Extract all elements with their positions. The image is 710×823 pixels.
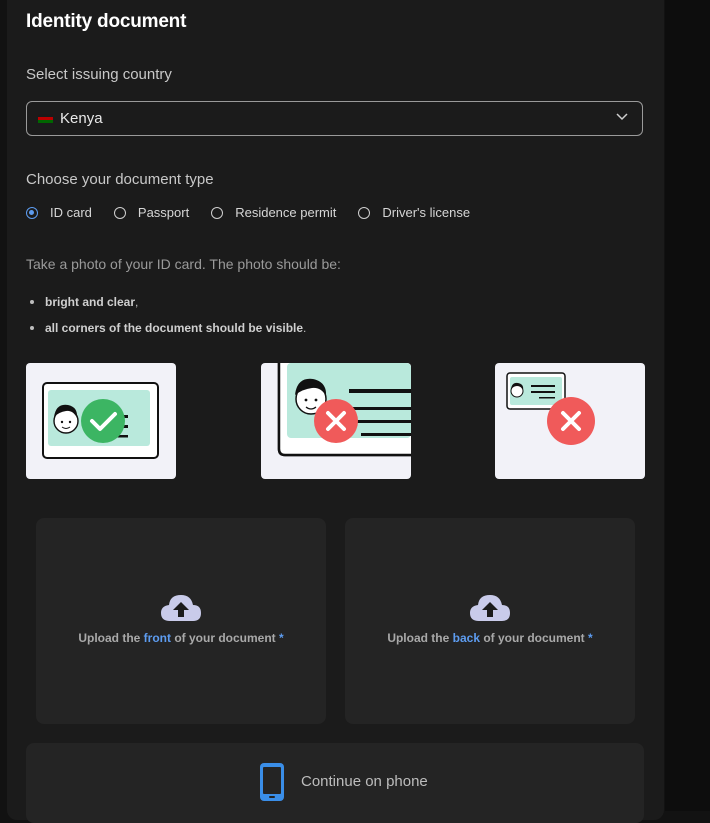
kenya-flag-icon bbox=[38, 113, 53, 124]
radio-empty-icon bbox=[113, 206, 126, 219]
radio-id-card[interactable]: ID card bbox=[26, 205, 92, 220]
good-example-image bbox=[26, 363, 176, 479]
upload-front-dropzone[interactable]: Upload the front of your document * bbox=[36, 518, 326, 724]
cloud-upload-icon bbox=[470, 595, 510, 621]
upload-text-prefix: Upload the bbox=[78, 631, 144, 645]
upload-back-dropzone[interactable]: Upload the back of your document * bbox=[345, 518, 635, 724]
radio-passport[interactable]: Passport bbox=[113, 205, 190, 220]
continue-on-phone-button[interactable]: Continue on phone bbox=[26, 743, 644, 823]
phone-button-label: Continue on phone bbox=[301, 773, 428, 790]
upload-back-label: Upload the back of your document * bbox=[387, 631, 592, 645]
required-marker: * bbox=[279, 631, 284, 645]
cloud-upload-icon bbox=[161, 595, 201, 621]
upload-text-prefix: Upload the bbox=[387, 631, 453, 645]
country-label: Select issuing country bbox=[26, 66, 172, 83]
upload-text-suffix: of your document bbox=[171, 631, 279, 645]
radio-selected-icon bbox=[26, 206, 38, 219]
photo-instructions: Take a photo of your ID card. The photo … bbox=[26, 256, 341, 272]
requirements-list: bright and clear, all corners of the doc… bbox=[30, 289, 306, 341]
radio-label: Driver's license bbox=[382, 205, 471, 220]
radio-empty-icon bbox=[358, 206, 371, 219]
cropped-example-image bbox=[261, 363, 411, 479]
upload-text-highlight: back bbox=[452, 631, 481, 645]
chevron-down-icon bbox=[616, 113, 628, 121]
required-marker: * bbox=[588, 631, 593, 645]
right-edge bbox=[665, 0, 710, 811]
radio-residence-permit[interactable]: Residence permit bbox=[211, 205, 336, 220]
country-select-value: Kenya bbox=[60, 110, 103, 127]
requirement-rest: . bbox=[303, 321, 307, 335]
radio-label: Passport bbox=[137, 205, 190, 220]
requirement-bold: all corners of the document should be vi… bbox=[45, 321, 304, 335]
upload-text-suffix: of your document bbox=[480, 631, 589, 645]
upload-front-label: Upload the front of your document * bbox=[78, 631, 283, 645]
doc-type-radio-group: ID card Passport Residence permit Driver… bbox=[26, 205, 492, 220]
country-select[interactable]: Kenya bbox=[26, 101, 643, 136]
phone-icon bbox=[260, 763, 284, 801]
requirement-rest: , bbox=[135, 295, 139, 309]
requirement-bold: bright and clear bbox=[45, 295, 136, 309]
radio-drivers-license[interactable]: Driver's license bbox=[358, 205, 470, 220]
too-far-example-image bbox=[495, 363, 645, 479]
left-edge bbox=[0, 0, 7, 811]
radio-empty-icon bbox=[211, 206, 224, 219]
radio-label: ID card bbox=[50, 205, 92, 220]
radio-label: Residence permit bbox=[235, 205, 337, 220]
list-item: all corners of the document should be vi… bbox=[30, 315, 306, 341]
page-title: Identity document bbox=[26, 11, 187, 32]
doc-type-label: Choose your document type bbox=[26, 171, 214, 188]
upload-text-highlight: front bbox=[143, 631, 171, 645]
list-item: bright and clear, bbox=[30, 289, 306, 315]
